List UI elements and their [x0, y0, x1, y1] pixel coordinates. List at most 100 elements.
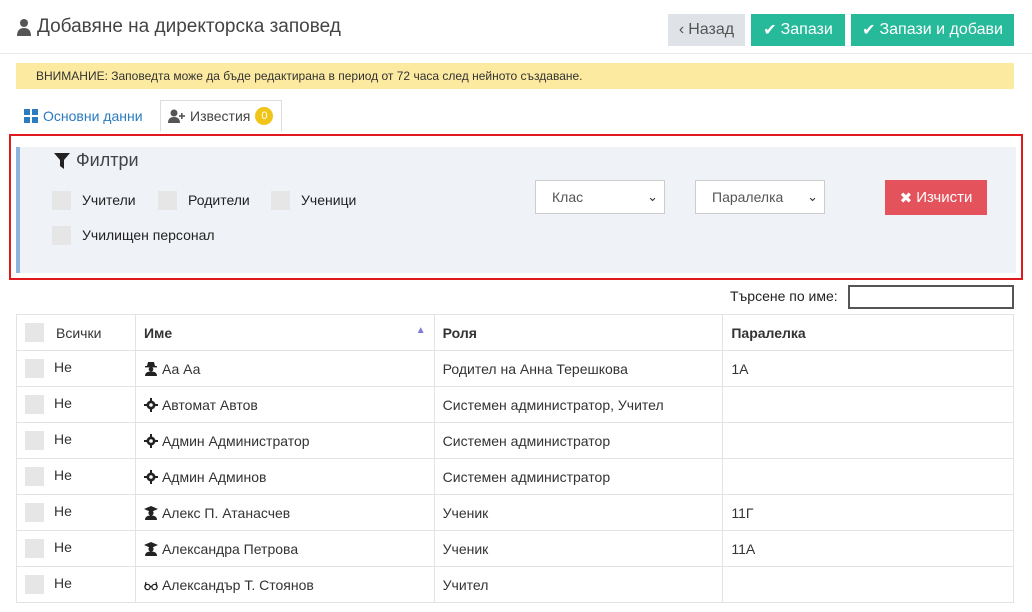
table-row[interactable]: Не Автомат Автов Системен администратор, У…	[16, 386, 1014, 423]
row-selected-value: Не	[54, 575, 72, 592]
row-name-cell: Автомат Автов	[134, 386, 435, 423]
row-role: Родител на Анна Терешкова	[433, 350, 724, 387]
close-icon: ✖	[899, 189, 913, 207]
row-role: Системен администратор, Учител	[433, 386, 724, 423]
filter-panel: Филтри Учители Родители Ученици Училищен…	[16, 147, 1016, 273]
select-all-checkbox[interactable]	[25, 323, 44, 342]
row-selected-value: Не	[54, 467, 72, 484]
row-name: Админ Админов	[161, 468, 267, 485]
grid-icon	[24, 109, 38, 123]
table-body: Не Аа Аа Родител на Анна Терешкова 1А Не Авто…	[16, 350, 1014, 603]
tab-notifications[interactable]: Известия 0	[160, 100, 282, 132]
search-label: Търсене по име:	[730, 288, 838, 304]
tab-notifications-label: Известия	[190, 108, 251, 124]
back-button[interactable]: ‹ Назад	[668, 14, 745, 46]
user-icon	[17, 19, 31, 36]
clear-filters-label: Изчисти	[916, 189, 973, 206]
row-selected-value: Не	[54, 359, 72, 376]
gear-icon	[143, 397, 158, 412]
page-title: Добавяне на директорска заповед	[16, 16, 341, 38]
table-row[interactable]: Не Алекс П. Атанасчев Ученик 11Г	[16, 494, 1014, 531]
row-selected-value: Не	[54, 431, 72, 448]
row-checkbox[interactable]	[25, 467, 44, 486]
row-role: Системен администратор	[433, 458, 724, 495]
filter-title: Филтри	[54, 150, 139, 171]
row-checkbox[interactable]	[25, 395, 44, 414]
header-name-label: Име	[143, 324, 173, 341]
row-role: Системен администратор	[433, 422, 724, 459]
checkbox-parents[interactable]	[158, 191, 177, 210]
row-select-cell[interactable]: Не	[16, 494, 136, 531]
row-name: Александър Т. Стоянов	[161, 576, 314, 593]
row-name-cell: Админ Админов	[134, 458, 435, 495]
warning-banner: ВНИМАНИЕ: Заповедта може да бъде редакти…	[16, 63, 1014, 89]
header-section[interactable]: Паралелка	[722, 314, 1014, 351]
row-checkbox[interactable]	[25, 503, 44, 522]
row-selected-value: Не	[54, 539, 72, 556]
checkbox-students[interactable]	[271, 191, 290, 210]
user-plus-icon	[168, 109, 185, 123]
notification-count-badge: 0	[255, 107, 274, 125]
tab-basic-data[interactable]: Основни данни	[24, 100, 143, 132]
row-selected-value: Не	[54, 395, 72, 412]
header-role[interactable]: Роля	[433, 314, 724, 351]
user-secret-icon	[144, 361, 158, 376]
table-header-row: Всички Име ▲ Роля Паралелка	[16, 314, 1014, 351]
row-select-cell[interactable]: Не	[16, 350, 136, 387]
row-name: Админ Администратор	[161, 432, 310, 449]
table-row[interactable]: Не Админ Админов Системен администратор	[16, 458, 1014, 495]
header-section-label: Паралелка	[731, 324, 806, 341]
page-header: Добавяне на директорска заповед ‹ Назад …	[0, 0, 1032, 54]
section-select[interactable]: Паралелка ⌄	[695, 180, 825, 214]
row-checkbox[interactable]	[25, 431, 44, 450]
row-select-cell[interactable]: Не	[16, 458, 136, 495]
checkbox-teachers[interactable]	[52, 191, 71, 210]
table-row[interactable]: Не Александър Т. Стоянов Учител	[16, 566, 1014, 603]
filter-highlight-box: Филтри Учители Родители Ученици Училищен…	[9, 134, 1023, 280]
row-section	[722, 458, 1014, 495]
chevron-left-icon: ‹	[678, 21, 685, 38]
save-and-add-button-label: Запази и добави	[879, 21, 1003, 38]
table-row[interactable]: Не Админ Администратор Системен администра…	[16, 422, 1014, 459]
chevron-down-icon: ⌄	[647, 189, 658, 204]
row-name: Аа Аа	[161, 360, 201, 377]
row-name-cell: Александър Т. Стоянов	[134, 566, 435, 603]
class-select[interactable]: Клас ⌄	[535, 180, 665, 214]
row-select-cell[interactable]: Не	[16, 566, 136, 603]
row-section	[722, 422, 1014, 459]
checkbox-students-label: Ученици	[301, 192, 357, 208]
row-selected-value: Не	[54, 503, 72, 520]
table-row[interactable]: Не Аа Аа Родител на Анна Терешкова 1А	[16, 350, 1014, 387]
row-checkbox[interactable]	[25, 359, 44, 378]
checkbox-school-staff-label: Училищен персонал	[82, 227, 215, 243]
row-section: 11А	[722, 530, 1014, 567]
row-name-cell: Админ Администратор	[134, 422, 435, 459]
class-select-value: Клас	[552, 189, 584, 205]
save-button-label: Запази	[780, 21, 833, 38]
graduate-icon	[143, 541, 158, 556]
chevron-down-icon: ⌄	[807, 189, 818, 204]
row-select-cell[interactable]: Не	[16, 386, 136, 423]
header-select-all[interactable]: Всички	[16, 314, 136, 351]
row-section: 11Г	[722, 494, 1014, 531]
header-name[interactable]: Име ▲	[134, 314, 435, 351]
table-row[interactable]: Не Александра Петрова Ученик 11А	[16, 530, 1014, 567]
row-section	[722, 566, 1014, 603]
clear-filters-button[interactable]: ✖ Изчисти	[885, 180, 987, 215]
save-and-add-button[interactable]: ✔ Запази и добави	[851, 14, 1014, 46]
save-button[interactable]: ✔ Запази	[751, 14, 845, 46]
row-checkbox[interactable]	[25, 539, 44, 558]
page-title-text: Добавяне на директорска заповед	[37, 16, 341, 37]
checkbox-school-staff[interactable]	[52, 226, 71, 245]
tab-basic-data-label: Основни данни	[43, 108, 143, 124]
row-select-cell[interactable]: Не	[16, 422, 136, 459]
gear-icon	[143, 433, 158, 448]
row-name-cell: Аа Аа	[134, 350, 435, 387]
row-select-cell[interactable]: Не	[16, 530, 136, 567]
gear-icon	[143, 469, 158, 484]
check-icon: ✔	[763, 22, 777, 39]
row-checkbox[interactable]	[25, 575, 44, 594]
header-role-label: Роля	[442, 324, 477, 341]
search-input[interactable]	[848, 285, 1014, 309]
row-role: Ученик	[433, 494, 724, 531]
